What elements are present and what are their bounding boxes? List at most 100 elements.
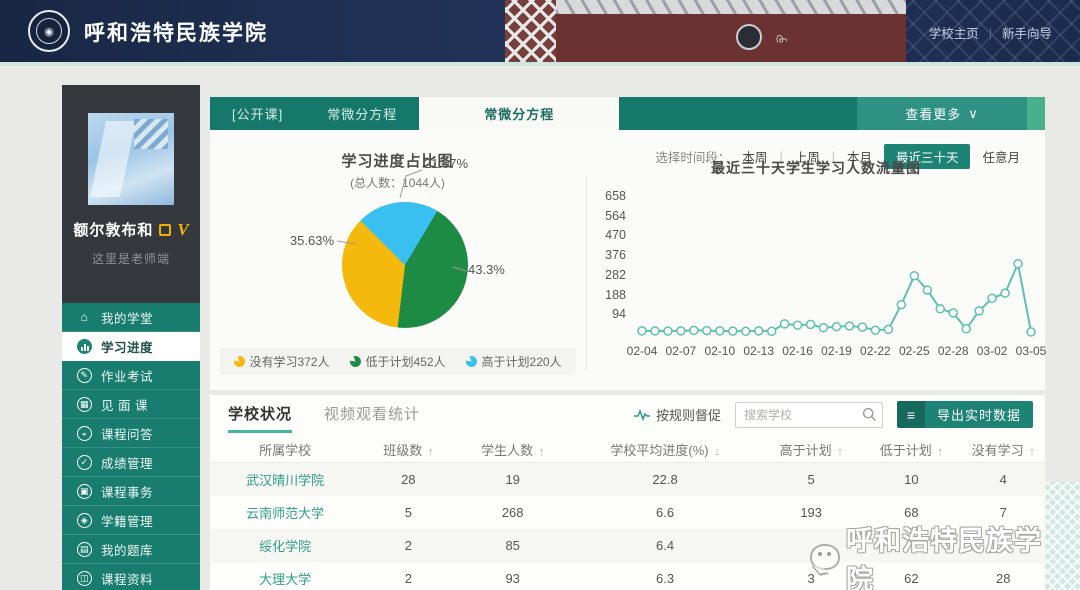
table-cell: 28 [360,472,456,487]
link-school-home[interactable]: 学校主页 [929,23,979,42]
column-label: 学生人数 [481,443,533,458]
corner-pattern-decoration [1045,482,1080,590]
table-cell: 2 [360,571,456,586]
sidebar-item-meeting-class[interactable]: ▦见 面 课 [62,390,200,419]
column-header-2[interactable]: 学生人数 ↑ [456,440,569,459]
view-more-button[interactable]: 查看更多 ∨ [857,97,1027,130]
sidebar-item-student-status[interactable]: ◈学籍管理 [62,506,200,535]
header-link-divider: | [989,26,992,40]
column-label: 没有学习 [972,443,1024,458]
home-icon: ⌂ [77,310,92,325]
sidebar-item-label: 学习进度 [101,337,153,356]
profile-subtitle: 这里是老师端 [62,250,200,267]
x-tick: 02-22 [860,344,891,358]
sidebar-item-course-affairs[interactable]: ▣ 课程事务 [62,477,200,506]
x-tick: 02-10 [704,344,735,358]
column-header-4[interactable]: 高于计划 ↑ [761,440,861,459]
table-cell: 19 [456,472,569,487]
tab-school-status[interactable]: 学校状况 [228,403,292,433]
pie-label-above-plan: 21.07% [424,156,468,171]
table-cell: 2 [360,538,456,553]
building-script: ᠬᠦ᠋ [776,28,787,46]
table-cell: 5 [761,472,861,487]
avatar[interactable] [88,113,174,205]
profile-name: 额尔敦布和 [73,219,153,240]
table-cell: 62 [861,571,961,586]
x-tick: 02-19 [821,344,852,358]
sidebar-item-my-classroom[interactable]: ⌂ 我的学堂 [62,303,200,332]
school-link[interactable]: 武汉晴川学院 [246,473,324,488]
column-label: 低于计划 [880,443,932,458]
chart-divider [586,175,587,370]
sort-arrow-icon: ↑ [539,446,545,458]
table-row: 绥化学院2856.4 [210,529,1045,562]
legend-item-1[interactable]: 低于计划452人 [349,353,445,370]
charts-card: 选择时间段： 本周|上周|本月最近三十天任意月 学习进度占比图 (总人数：104… [210,130,1045,390]
line-chart-title: 最近三十天学生学习人数流量图 [590,158,1042,178]
sidebar-item-grade-mgmt[interactable]: ✓成绩管理 [62,448,200,477]
column-header-0: 所属学校 [210,440,360,459]
table-cell: 6.6 [569,505,761,520]
sidebar-item-homework-exam[interactable]: ✎ 作业考试 [62,361,200,390]
x-tick: 03-05 [1016,344,1047,358]
sidebar-item-label: 我的学堂 [101,308,153,327]
table-row: 武汉晴川学院281922.85104 [210,463,1045,496]
table-row: 云南师范大学52686.6193687 [210,496,1045,529]
course-tab-1[interactable]: 常微分方程 [305,97,419,130]
check-icon: ✓ [77,455,92,470]
school-link[interactable]: 绥化学院 [259,539,311,554]
tabbar-spacer [619,97,857,130]
layers-icon: ▣ [77,484,92,499]
legend-pie-icon [466,356,477,367]
list-icon: ≡ [897,401,925,428]
school-name-title: 呼和浩特民族学院 [84,17,268,47]
supervise-by-rule-button[interactable]: 按规则督促 [634,405,721,424]
course-tab-0[interactable]: [公开课] [210,97,305,130]
header-divider-line [0,62,1080,66]
x-axis-ticks: 02-0402-0702-1002-1302-1602-1902-2202-25… [634,344,1039,360]
course-tabbar: [公开课]常微分方程常微分方程 查看更多 ∨ [210,97,1045,130]
school-link[interactable]: 云南师范大学 [246,506,324,521]
table-cell: 85 [456,538,569,553]
line-chart-block: 最近三十天学生学习人数流量图 65856447037628218894 02-0… [590,158,1042,386]
export-realtime-data-button[interactable]: ≡ 导出实时数据 [897,401,1033,428]
sort-arrow-icon: ↓ [714,446,720,458]
x-tick: 02-13 [743,344,774,358]
sidebar-menu: ⌂ 我的学堂学习进度 ✎ 作业考试 ▦见 面 课◒课程问答✓成绩管理 ▣ 课程事务 ◈学籍管理… [62,303,200,590]
course-tab-2[interactable]: 常微分方程 [419,97,619,130]
search-input[interactable] [735,402,883,428]
y-tick: 470 [590,228,626,242]
column-label: 所属学校 [259,443,311,458]
sort-arrow-icon: ↑ [428,446,434,458]
sidebar-item-course-material[interactable]: ◫课程资料 [62,564,200,590]
pie-chart-title: 学习进度占比图 [210,150,585,171]
sort-arrow-icon: ↑ [937,446,943,458]
column-header-1[interactable]: 班级数 ↑ [360,440,456,459]
legend-item-2[interactable]: 高于计划220人 [466,353,562,370]
screen-icon: ▦ [77,397,92,412]
table-cell: 68 [861,505,961,520]
table-controls: 按规则督促 ≡ 导出实时数据 [634,401,1033,428]
tab-video-stats[interactable]: 视频观看统计 [324,403,420,424]
table-header-row: 所属学校班级数 ↑学生人数 ↑学校平均进度(%) ↓高于计划 ↑低于计划 ↑没有… [210,437,1045,463]
tag-icon: ◈ [77,513,92,528]
link-newbie-guide[interactable]: 新手向导 [1002,23,1052,42]
school-link[interactable]: 大理大学 [259,572,311,587]
sidebar-item-label: 课程事务 [101,482,153,501]
column-header-6[interactable]: 没有学习 ↑ [961,440,1045,459]
sidebar-item-question-bank[interactable]: ▤我的题库 [62,535,200,564]
sidebar-item-course-qa[interactable]: ◒课程问答 [62,419,200,448]
column-header-5[interactable]: 低于计划 ↑ [861,440,961,459]
legend-item-0[interactable]: 没有学习372人 [233,353,329,370]
legend-pie-icon [349,356,360,367]
verified-v-badge: V [177,220,188,240]
table-cell: 5 [360,505,456,520]
sidebar-item-learn-progress[interactable]: 学习进度 [62,332,200,361]
sidebar-item-label: 我的题库 [101,540,153,559]
tabbar-end-cap [1027,97,1045,130]
sidebar-item-label: 作业考试 [101,366,153,385]
x-tick: 02-07 [666,344,697,358]
column-header-3[interactable]: 学校平均进度(%) ↓ [569,440,761,459]
pencil-icon: ✎ [77,368,92,383]
table-cell: 28 [961,571,1045,586]
